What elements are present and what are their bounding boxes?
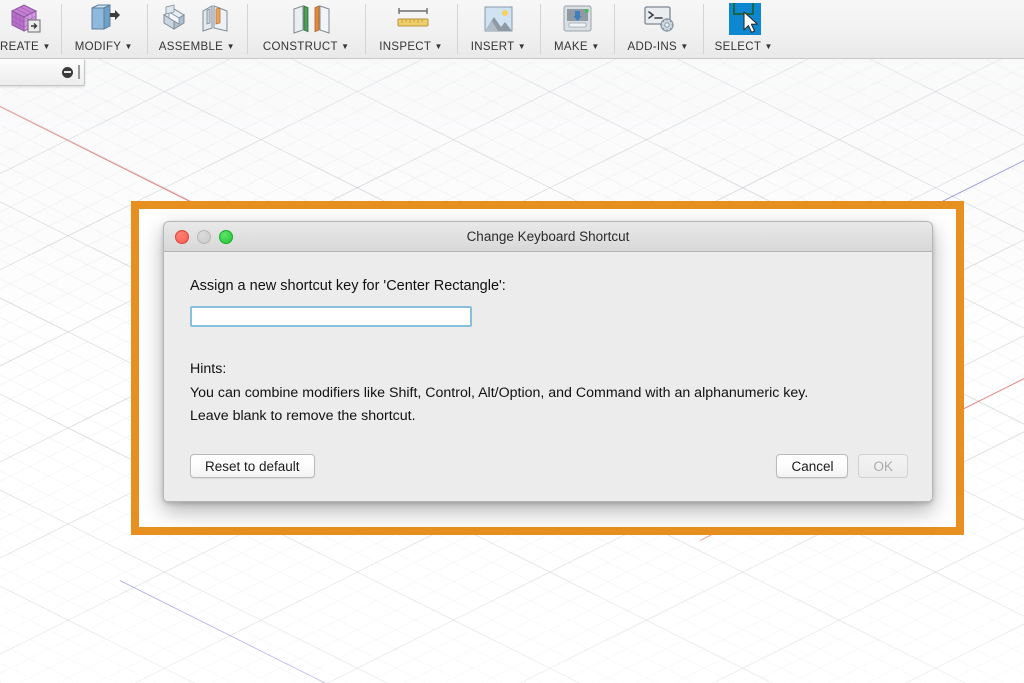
hints-line-2: Leave blank to remove the shortcut. (190, 408, 416, 424)
make-icons (560, 0, 594, 37)
dialog-button-row: Reset to default Cancel OK (190, 454, 908, 478)
toolbar-label-assemble[interactable]: ASSEMBLE ▼ (159, 37, 235, 58)
chevron-down-icon-inspect: ▼ (434, 42, 443, 51)
toolbar-text-construct: CONSTRUCT (262, 41, 338, 53)
hints-heading: Hints: (190, 361, 227, 377)
toolbar-group-inspect[interactable]: INSPECT ▼ (365, 0, 456, 58)
drag-grip-icon[interactable] (78, 65, 80, 79)
toolbar-text-create: REATE (0, 41, 39, 53)
hints-line-1: You can combine modifiers like Shift, Co… (190, 384, 809, 401)
minimize-traffic-light[interactable] (197, 229, 211, 244)
toolbar-label-create[interactable]: REATE ▼ (0, 37, 51, 58)
main-toolbar: REATE ▼ MODIFY ▼ ASSEMBLE ▼ CONSTRUCT ▼ … (0, 0, 1024, 59)
toolbar-text-addins: ADD-INS (627, 41, 677, 53)
close-traffic-light[interactable] (175, 229, 189, 244)
assemble-joint-origin-icon[interactable] (200, 3, 234, 35)
insert-icons (481, 0, 515, 37)
hints-block: Hints: You can combine modifiers like Sh… (190, 358, 904, 429)
inspect-icons (394, 0, 429, 37)
chevron-down-icon-modify: ▼ (124, 42, 133, 51)
ok-button[interactable]: OK (858, 454, 908, 478)
cancel-button[interactable]: Cancel (776, 454, 849, 478)
make-3dprint-icon[interactable] (560, 3, 594, 35)
toolbar-label-make[interactable]: MAKE ▼ (554, 37, 600, 58)
toolbar-label-select[interactable]: SELECT ▼ (715, 37, 773, 58)
toolbar-group-insert[interactable]: INSERT ▼ (456, 0, 540, 58)
modify-extrude-icon[interactable] (87, 3, 121, 35)
chevron-down-icon-construct: ▼ (341, 42, 350, 51)
inspect-measure-icon[interactable] (394, 3, 429, 35)
toolbar-group-create[interactable]: REATE ▼ (0, 0, 61, 58)
zoom-traffic-light[interactable] (219, 229, 233, 244)
addins-icons (641, 0, 675, 37)
construct-plane-icon[interactable] (289, 3, 330, 35)
toolbar-label-construct[interactable]: CONSTRUCT ▼ (263, 37, 349, 58)
assemble-joint-icon[interactable] (160, 3, 194, 35)
create-icons (8, 0, 42, 37)
construct-icons (289, 0, 330, 37)
dialog-titlebar[interactable]: Change Keyboard Shortcut (164, 222, 932, 252)
select-icons (727, 0, 761, 37)
toolbar-group-select[interactable]: SELECT ▼ (702, 0, 785, 58)
shortcut-prompt-label: Assign a new shortcut key for 'Center Re… (190, 278, 506, 294)
toolbar-text-make: MAKE (554, 41, 588, 53)
toolbar-label-insert[interactable]: INSERT ▼ (471, 37, 526, 58)
assemble-icons (160, 0, 234, 37)
dialog-title: Change Keyboard Shortcut (466, 229, 630, 244)
chevron-down-icon-addins: ▼ (680, 42, 689, 51)
toolbar-label-addins[interactable]: ADD-INS ▼ (628, 37, 689, 58)
modify-icons (87, 0, 121, 37)
toolbar-text-assemble: ASSEMBLE (158, 41, 224, 53)
toolbar-group-modify[interactable]: MODIFY ▼ (60, 0, 147, 58)
toolbar-text-modify: MODIFY (74, 41, 122, 53)
toolbar-group-make[interactable]: MAKE ▼ (540, 0, 614, 58)
chevron-down-icon-create: ▼ (42, 42, 51, 51)
chevron-down-icon-insert: ▼ (517, 42, 527, 51)
toolbar-label-inspect[interactable]: INSPECT ▼ (379, 37, 442, 58)
chevron-down-icon-select: ▼ (764, 42, 773, 51)
toolbar-text-inspect: INSPECT (379, 41, 432, 53)
shortcut-input[interactable] (190, 306, 472, 327)
minus-circle-icon[interactable] (62, 66, 73, 78)
fusion-app-window: REATE ▼ MODIFY ▼ ASSEMBLE ▼ CONSTRUCT ▼ … (0, 0, 1024, 683)
toolbar-group-assemble[interactable]: ASSEMBLE ▼ (146, 0, 247, 58)
dialog-body: Assign a new shortcut key for 'Center Re… (164, 252, 932, 501)
change-keyboard-shortcut-dialog: Change Keyboard Shortcut Assign a new sh… (163, 221, 933, 502)
browser-collapse-panel[interactable] (0, 59, 85, 86)
toolbar-label-modify[interactable]: MODIFY ▼ (75, 37, 133, 58)
toolbar-text-insert: INSERT (470, 41, 515, 53)
toolbar-text-select: SELECT (714, 41, 761, 53)
window-controls (164, 229, 233, 244)
toolbar-group-construct[interactable]: CONSTRUCT ▼ (246, 0, 365, 58)
select-cursor-icon[interactable] (727, 3, 761, 35)
create-box-icon[interactable] (8, 3, 42, 35)
reset-to-default-button[interactable]: Reset to default (190, 454, 315, 478)
toolbar-group-addins[interactable]: ADD-INS ▼ (613, 0, 703, 58)
chevron-down-icon-assemble: ▼ (226, 42, 235, 51)
insert-image-icon[interactable] (481, 3, 515, 35)
chevron-down-icon-make: ▼ (591, 42, 600, 51)
addins-script-icon[interactable] (641, 3, 675, 35)
